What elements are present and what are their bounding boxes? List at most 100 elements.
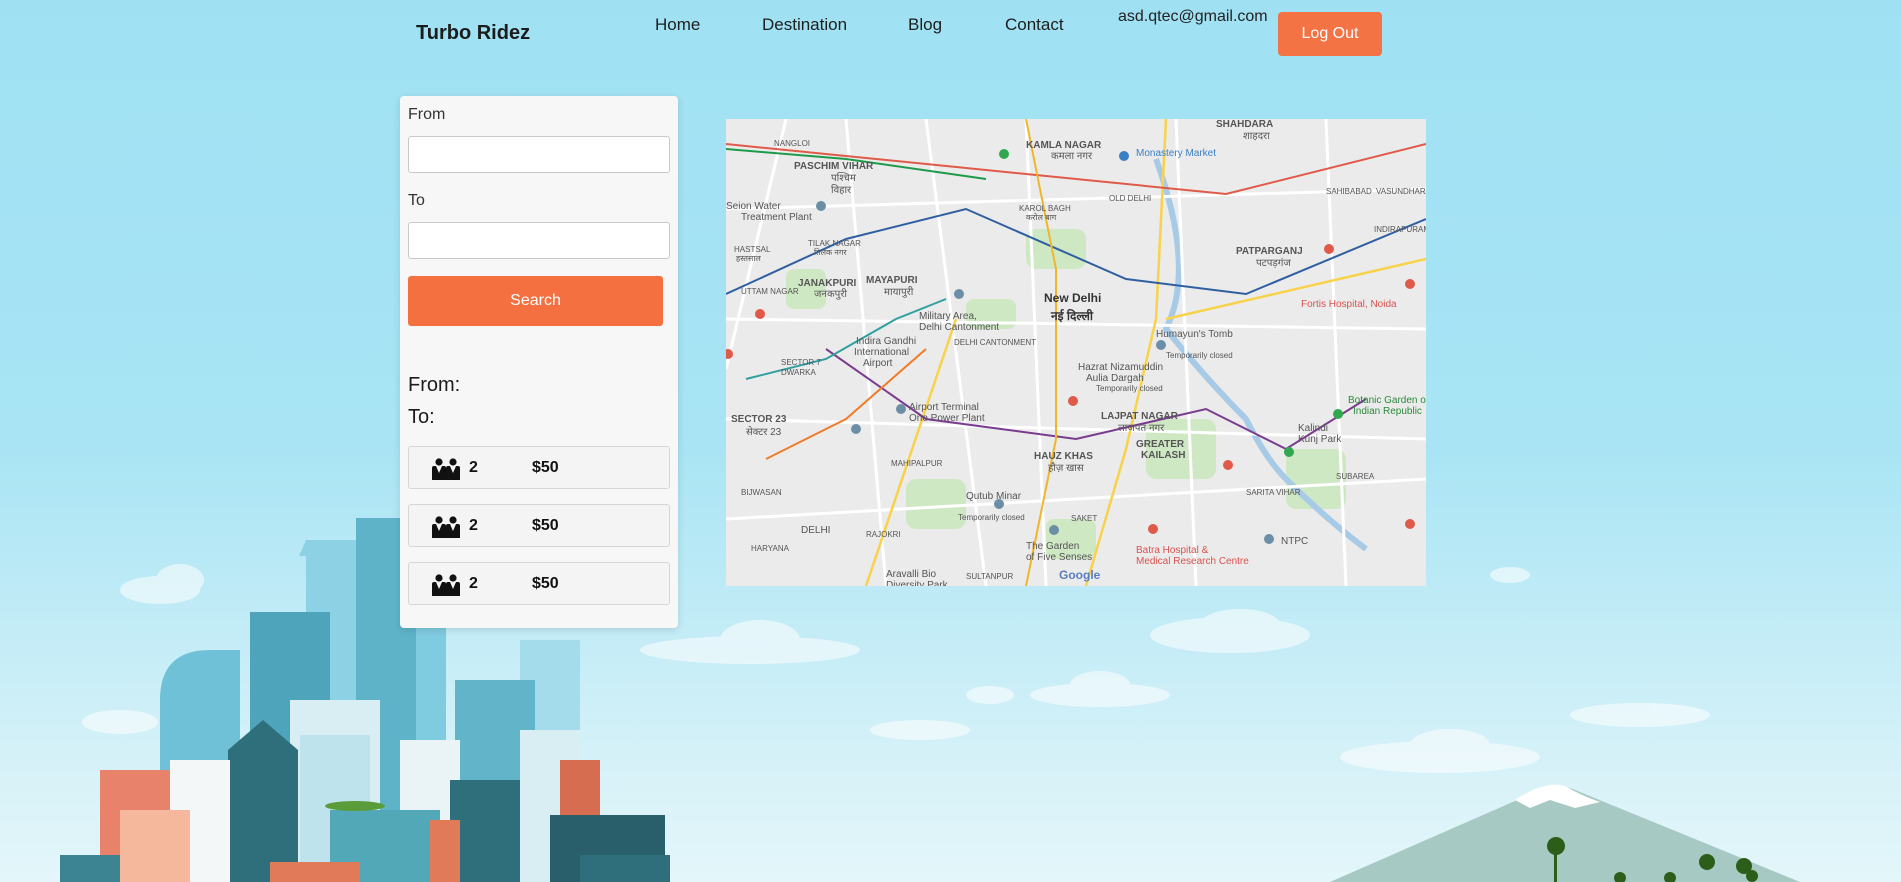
map-label: Monastery Market — [1136, 148, 1216, 159]
map-label: Temporarily closed — [1096, 384, 1163, 393]
summary-to-label: To: — [408, 406, 435, 428]
map-pin-icon — [1156, 340, 1166, 350]
to-input[interactable] — [408, 222, 670, 259]
map-label: HASTSAL — [734, 245, 771, 254]
map-label: New Delhi — [1044, 291, 1101, 305]
map-label: Hazrat Nizamuddin — [1078, 362, 1163, 373]
search-panel: From To Search From: To: 2 $50 2 $50 2 $… — [400, 96, 678, 628]
map-label: Temporarily closed — [958, 513, 1025, 522]
top-navbar: Turbo Ridez Home Destination Blog Contac… — [0, 0, 1901, 70]
map-label: पटपड़गंज — [1256, 257, 1291, 269]
map-label: SUBAREA — [1336, 472, 1375, 481]
map-label: SARITA VIHAR — [1246, 488, 1301, 497]
map-label: The Garden — [1026, 541, 1079, 552]
map-label: शाहदरा — [1243, 131, 1270, 142]
from-input[interactable] — [408, 136, 670, 173]
brand-logo[interactable]: Turbo Ridez — [416, 22, 530, 45]
map-label: BIJWASAN — [741, 488, 782, 497]
map-label: DELHI CANTONMENT — [954, 338, 1036, 347]
ride-option[interactable]: 2 $50 — [408, 562, 670, 605]
map-label: NANGLOI — [774, 139, 810, 148]
map-label: INDIRAPURAM — [1374, 225, 1426, 234]
map-label: of Five Senses — [1026, 552, 1092, 563]
map-label: Fortis Hospital, Noida — [1301, 299, 1397, 310]
nav-blog-link[interactable]: Blog — [908, 15, 942, 35]
map-label: Airport — [863, 358, 893, 369]
passengers-icon — [432, 574, 460, 596]
map-label: Indira Gandhi — [856, 336, 916, 347]
map-label: MAHIPALPUR — [891, 459, 943, 468]
map-label: RAJOKRI — [866, 530, 901, 539]
map-label: GREATER — [1136, 439, 1185, 450]
map-label: लाजपत नगर — [1118, 423, 1165, 434]
map-label: कमला नगर — [1051, 151, 1093, 162]
map-label: MAYAPURI — [866, 275, 918, 286]
passengers-icon — [432, 458, 460, 480]
passengers-icon — [432, 516, 460, 538]
map-label: Diversity Park — [886, 580, 949, 586]
ride-price: $50 — [532, 459, 559, 476]
from-label: From — [408, 106, 446, 123]
ride-option[interactable]: 2 $50 — [408, 446, 670, 489]
map-pin-icon — [816, 201, 826, 211]
map-label: JANAKPURI — [798, 278, 857, 289]
map-pin-icon — [1049, 525, 1059, 535]
map-label: तिलक नगर — [814, 247, 847, 257]
map-label: KAILASH — [1141, 450, 1185, 461]
map-label: Airport Terminal — [909, 402, 979, 413]
map-label: Seion Water — [726, 201, 781, 212]
map-label: OLD DELHI — [1109, 194, 1151, 203]
map-label: Aravalli Bio — [886, 569, 936, 580]
map-label: सेक्टर 23 — [746, 426, 782, 438]
ride-seats: 2 — [469, 517, 478, 534]
map-label: SECTOR 7 — [781, 358, 821, 367]
map-label: पश्चिम — [831, 172, 857, 184]
map-label: NTPC — [1281, 536, 1308, 547]
map-pin-icon — [851, 424, 861, 434]
map-pin-icon — [1405, 279, 1415, 289]
nav-destination-link[interactable]: Destination — [762, 15, 847, 35]
map-label: Delhi Cantonment — [919, 322, 999, 333]
map-pin-icon — [1324, 244, 1334, 254]
summary-from-label: From: — [408, 374, 461, 396]
search-button[interactable]: Search — [408, 276, 663, 326]
map-label: Kunj Park — [1298, 434, 1342, 445]
map-label: DWARKA — [781, 368, 816, 377]
to-label: To — [408, 192, 425, 209]
map-label: हस्तसाल — [736, 254, 761, 263]
ride-seats: 2 — [469, 459, 478, 476]
ride-option[interactable]: 2 $50 — [408, 504, 670, 547]
nav-home-link[interactable]: Home — [655, 15, 700, 35]
map-label: करोल बाग — [1026, 212, 1057, 222]
map-label: HAUZ KHAS — [1034, 451, 1093, 462]
map-pin-icon — [994, 499, 1004, 509]
map-label: Treatment Plant — [741, 212, 812, 223]
map-attribution: Google — [1059, 568, 1101, 582]
map-label: HARYANA — [751, 544, 790, 553]
map-label: Temporarily closed — [1166, 351, 1233, 360]
map-label: One Power Plant — [909, 413, 985, 424]
map-label: Military Area, — [919, 311, 977, 322]
map-canvas[interactable]: SHAHDARA शाहदरा KAMLA NAGAR कमला नगर Mon… — [726, 119, 1426, 586]
map-label: SAHIBABAD — [1326, 187, 1372, 196]
map-label: KAROL BAGH — [1019, 204, 1071, 213]
user-email: asd.qtec@gmail.com — [1118, 8, 1268, 25]
route-map[interactable]: SHAHDARA शाहदरा KAMLA NAGAR कमला नगर Mon… — [726, 119, 1426, 586]
map-label: विहार — [831, 184, 852, 196]
ride-price: $50 — [532, 575, 559, 592]
map-label: LAJPAT NAGAR — [1101, 411, 1179, 422]
map-label: International — [854, 347, 909, 358]
map-label: Medical Research Centre — [1136, 556, 1249, 567]
nav-contact-link[interactable]: Contact — [1005, 15, 1064, 35]
ride-price: $50 — [532, 517, 559, 534]
map-pin-icon — [1068, 396, 1078, 406]
map-label: SULTANPUR — [966, 572, 1013, 581]
logout-button[interactable]: Log Out — [1278, 12, 1382, 56]
map-pin-icon — [1264, 534, 1274, 544]
map-label: Humayun's Tomb — [1156, 329, 1233, 340]
ride-seats: 2 — [469, 575, 478, 592]
map-pin-icon — [1148, 524, 1158, 534]
map-pin-icon — [1333, 409, 1343, 419]
map-label: KAMLA NAGAR — [1026, 140, 1102, 151]
map-label: SECTOR 23 — [731, 414, 787, 425]
